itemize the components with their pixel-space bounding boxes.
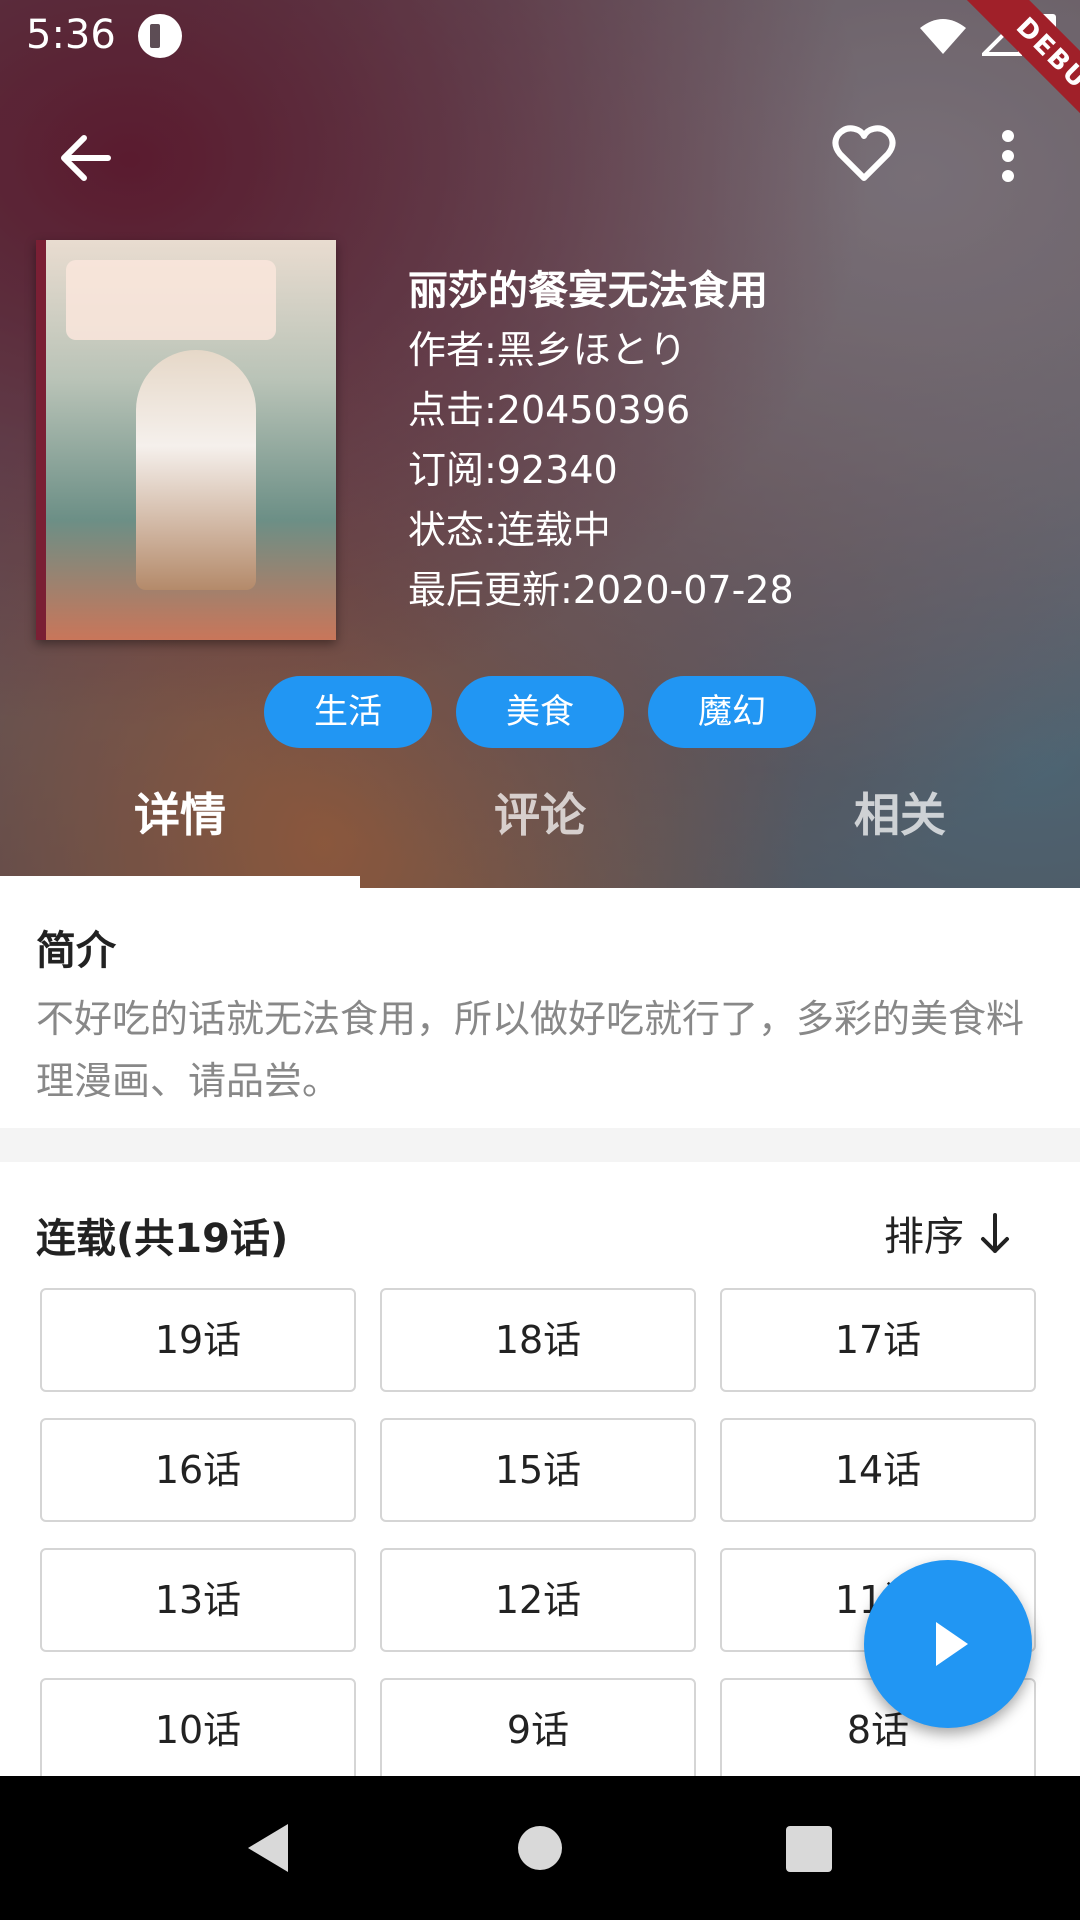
tab-details[interactable]: 详情 (0, 770, 360, 888)
arrow-left-icon (61, 135, 111, 181)
status-bar: 5:36 (0, 0, 1080, 72)
chapter-button[interactable]: 18话 (380, 1288, 696, 1392)
tab-bar: 详情 评论 相关 (0, 770, 1080, 888)
tab-comments[interactable]: 评论 (360, 770, 720, 888)
nav-back-icon[interactable] (244, 1820, 292, 1876)
favorite-button[interactable] (832, 122, 896, 186)
chapter-button[interactable]: 13话 (40, 1548, 356, 1652)
chapter-button[interactable]: 12话 (380, 1548, 696, 1652)
comic-last-update: 最后更新:2020-07-28 (408, 568, 794, 612)
comic-status: 状态:连载中 (408, 508, 611, 552)
comic-clicks: 点击:20450396 (408, 388, 691, 432)
app-notification-icon (138, 14, 182, 58)
chapter-button[interactable]: 15话 (380, 1418, 696, 1522)
comic-author: 作者:黑乡ほとり (408, 328, 687, 372)
chapter-button[interactable]: 17话 (720, 1288, 1036, 1392)
comic-cover[interactable] (36, 240, 336, 640)
tag-list: 生活 美食 魔幻 (264, 676, 816, 748)
tag-chip[interactable]: 魔幻 (648, 676, 816, 748)
tag-chip[interactable]: 生活 (264, 676, 432, 748)
comic-subscriptions: 订阅:92340 (408, 448, 618, 492)
heart-outline-icon (832, 125, 896, 181)
cover-title-art (66, 260, 276, 340)
tab-related[interactable]: 相关 (720, 770, 1080, 888)
wifi-icon (920, 19, 966, 54)
play-icon (936, 1622, 968, 1666)
chapter-button[interactable]: 16话 (40, 1418, 356, 1522)
chapter-button[interactable]: 10话 (40, 1678, 356, 1778)
chapter-button[interactable]: 9话 (380, 1678, 696, 1778)
chapter-button[interactable]: 14话 (720, 1418, 1036, 1522)
comic-title: 丽莎的餐宴无法食用 (408, 268, 768, 314)
chapter-button[interactable]: 19话 (40, 1288, 356, 1392)
chapters-heading: 连载(共19话) (36, 1216, 289, 1262)
section-divider (0, 1128, 1080, 1162)
system-nav-bar (0, 1776, 1080, 1920)
tag-chip[interactable]: 美食 (456, 676, 624, 748)
back-button[interactable] (56, 128, 116, 188)
more-vert-icon (1002, 130, 1014, 182)
tab-indicator (0, 876, 360, 888)
status-time: 5:36 (26, 12, 116, 58)
nav-recents-icon[interactable] (786, 1826, 832, 1872)
nav-home-icon[interactable] (518, 1826, 562, 1870)
arrow-down-icon (981, 1213, 1009, 1253)
more-options-button[interactable] (990, 126, 1026, 186)
synopsis-heading: 简介 (36, 928, 116, 974)
read-fab-button[interactable] (864, 1560, 1032, 1728)
sort-label: 排序 (884, 1214, 964, 1260)
cover-illustration (136, 350, 256, 590)
comic-info: 丽莎的餐宴无法食用 作者:黑乡ほとり 点击:20450396 订阅:92340 … (408, 262, 794, 620)
synopsis-text: 不好吃的话就无法食用，所以做好吃就行了，多彩的美食料理漫画、请品尝。 (36, 997, 1025, 1103)
sort-button[interactable]: 排序 (884, 1204, 1010, 1262)
